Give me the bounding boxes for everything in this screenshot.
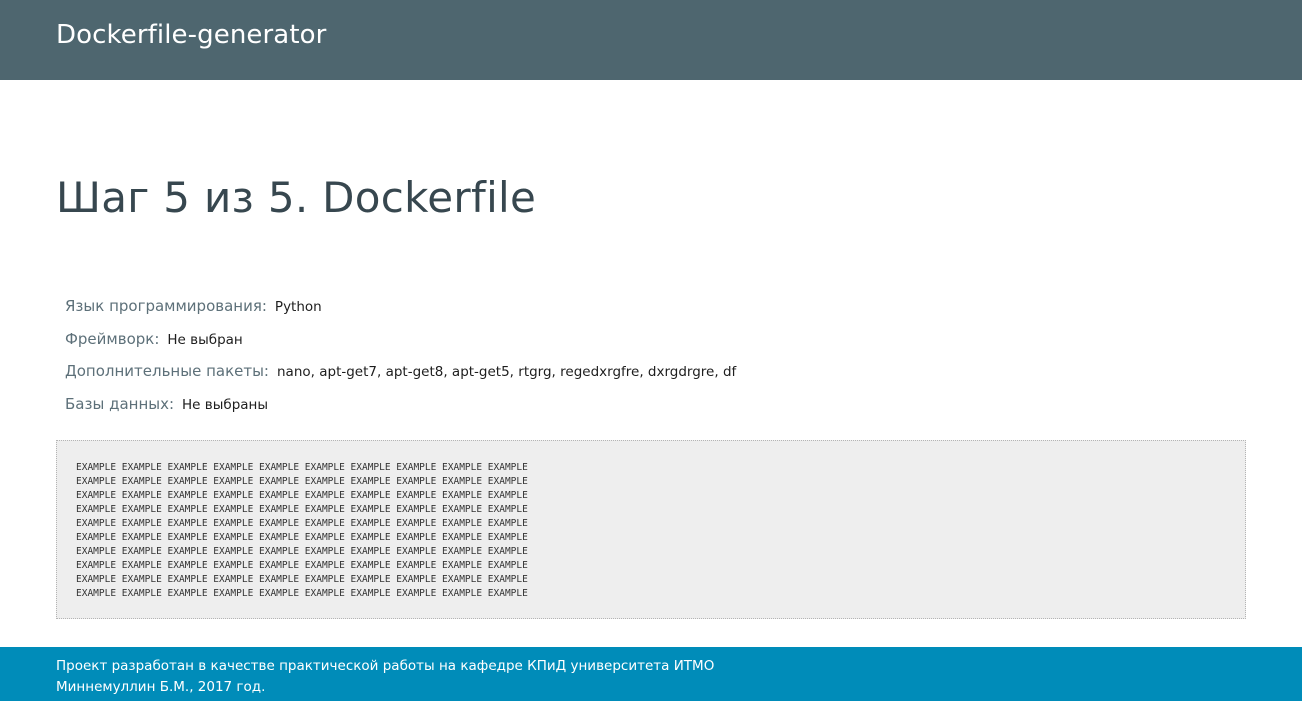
language-value: Python — [274, 299, 322, 315]
summary-row-packages: Дополнительные пакеты: nano, apt-get7, ap… — [65, 359, 1165, 392]
page-title: Шаг 5 из 5. Dockerfile — [56, 173, 537, 222]
language-label: Язык программирования: — [65, 297, 267, 315]
framework-label: Фреймворк: — [65, 329, 160, 348]
top-navbar: Dockerfile-generator — [0, 0, 1302, 80]
packages-label: Дополнительные пакеты: — [65, 362, 269, 380]
dockerfile-line: EXAMPLE EXAMPLE EXAMPLE EXAMPLE EXAMPLE … — [76, 462, 528, 473]
page-footer: Проект разработан в качестве практическо… — [0, 647, 1302, 701]
footer-author: Миннемуллин Б.М., 2017 год. — [56, 679, 266, 695]
brand-link[interactable]: Dockerfile-generator — [56, 17, 326, 53]
config-summary: Язык программирования: Python Фреймворк: Н… — [65, 294, 1165, 424]
dockerfile-line: EXAMPLE EXAMPLE EXAMPLE EXAMPLE EXAMPLE … — [76, 574, 528, 585]
packages-value: nano, apt-get7, apt-get8, apt-get5, rtgr… — [277, 364, 737, 380]
databases-value: Не выбраны — [182, 396, 269, 413]
dockerfile-line: EXAMPLE EXAMPLE EXAMPLE EXAMPLE EXAMPLE … — [76, 560, 528, 571]
dockerfile-line: EXAMPLE EXAMPLE EXAMPLE EXAMPLE EXAMPLE … — [76, 518, 528, 529]
framework-value: Не выбран — [167, 331, 243, 348]
dockerfile-line: EXAMPLE EXAMPLE EXAMPLE EXAMPLE EXAMPLE … — [76, 532, 528, 543]
dockerfile-line: EXAMPLE EXAMPLE EXAMPLE EXAMPLE EXAMPLE … — [76, 504, 528, 515]
summary-row-framework: Фреймворк: Не выбран — [65, 327, 1165, 360]
dockerfile-line: EXAMPLE EXAMPLE EXAMPLE EXAMPLE EXAMPLE … — [76, 546, 528, 557]
dockerfile-output[interactable]: EXAMPLE EXAMPLE EXAMPLE EXAMPLE EXAMPLE … — [56, 440, 1246, 619]
summary-row-language: Язык программирования: Python — [65, 294, 1165, 327]
dockerfile-line: EXAMPLE EXAMPLE EXAMPLE EXAMPLE EXAMPLE … — [76, 490, 528, 501]
dockerfile-line: EXAMPLE EXAMPLE EXAMPLE EXAMPLE EXAMPLE … — [76, 476, 528, 487]
dockerfile-line: EXAMPLE EXAMPLE EXAMPLE EXAMPLE EXAMPLE … — [76, 588, 528, 599]
summary-row-databases: Базы данных: Не выбраны — [65, 392, 1165, 425]
footer-project-note: Проект разработан в качестве практическо… — [56, 658, 715, 674]
databases-label: Базы данных: — [65, 394, 175, 413]
